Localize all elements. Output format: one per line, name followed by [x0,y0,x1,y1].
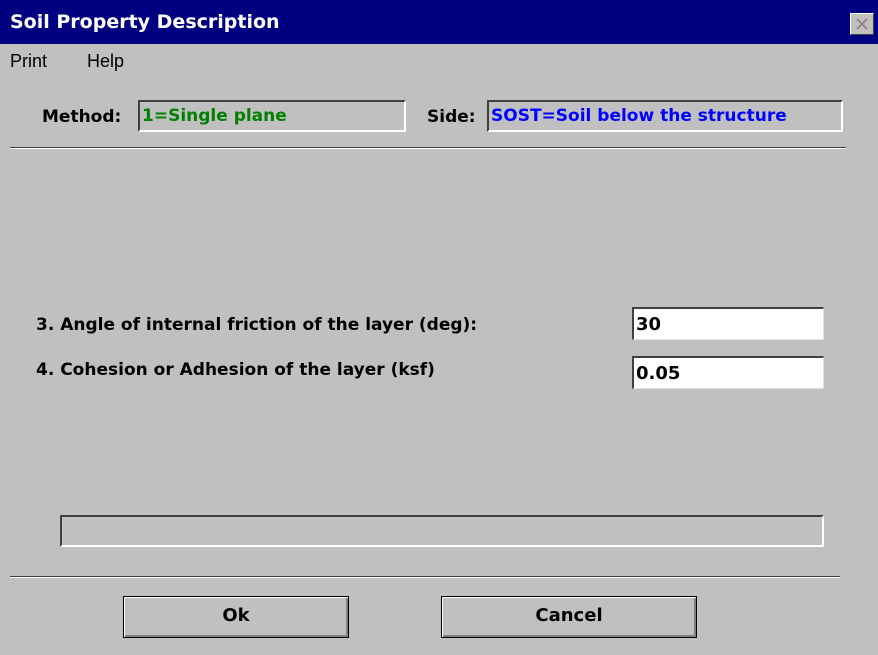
header-divider [10,147,846,149]
close-button[interactable] [850,13,874,35]
cohesion-input[interactable] [632,356,824,389]
side-label: Side: [427,107,476,127]
menu-help[interactable]: Help [87,50,124,72]
method-label: Method: [42,107,122,127]
menu-bar: Print Help [0,44,878,78]
cancel-button[interactable]: Cancel [441,596,697,638]
window-title: Soil Property Description [10,11,280,33]
ok-button[interactable]: Ok [123,596,349,638]
method-field: 1=Single plane [138,100,406,132]
progress-bar [60,515,824,547]
friction-angle-label: 3. Angle of internal friction of the lay… [36,315,478,335]
friction-angle-input[interactable] [632,307,824,340]
footer-divider [10,576,840,578]
cohesion-label: 4. Cohesion or Adhesion of the layer (ks… [36,360,435,380]
menu-print[interactable]: Print [10,50,47,72]
side-field: SOST=Soil below the structure [487,100,843,132]
close-icon [856,18,868,30]
dialog-window: Soil Property Description Print Help Met… [0,0,878,655]
title-bar[interactable]: Soil Property Description [0,0,878,44]
